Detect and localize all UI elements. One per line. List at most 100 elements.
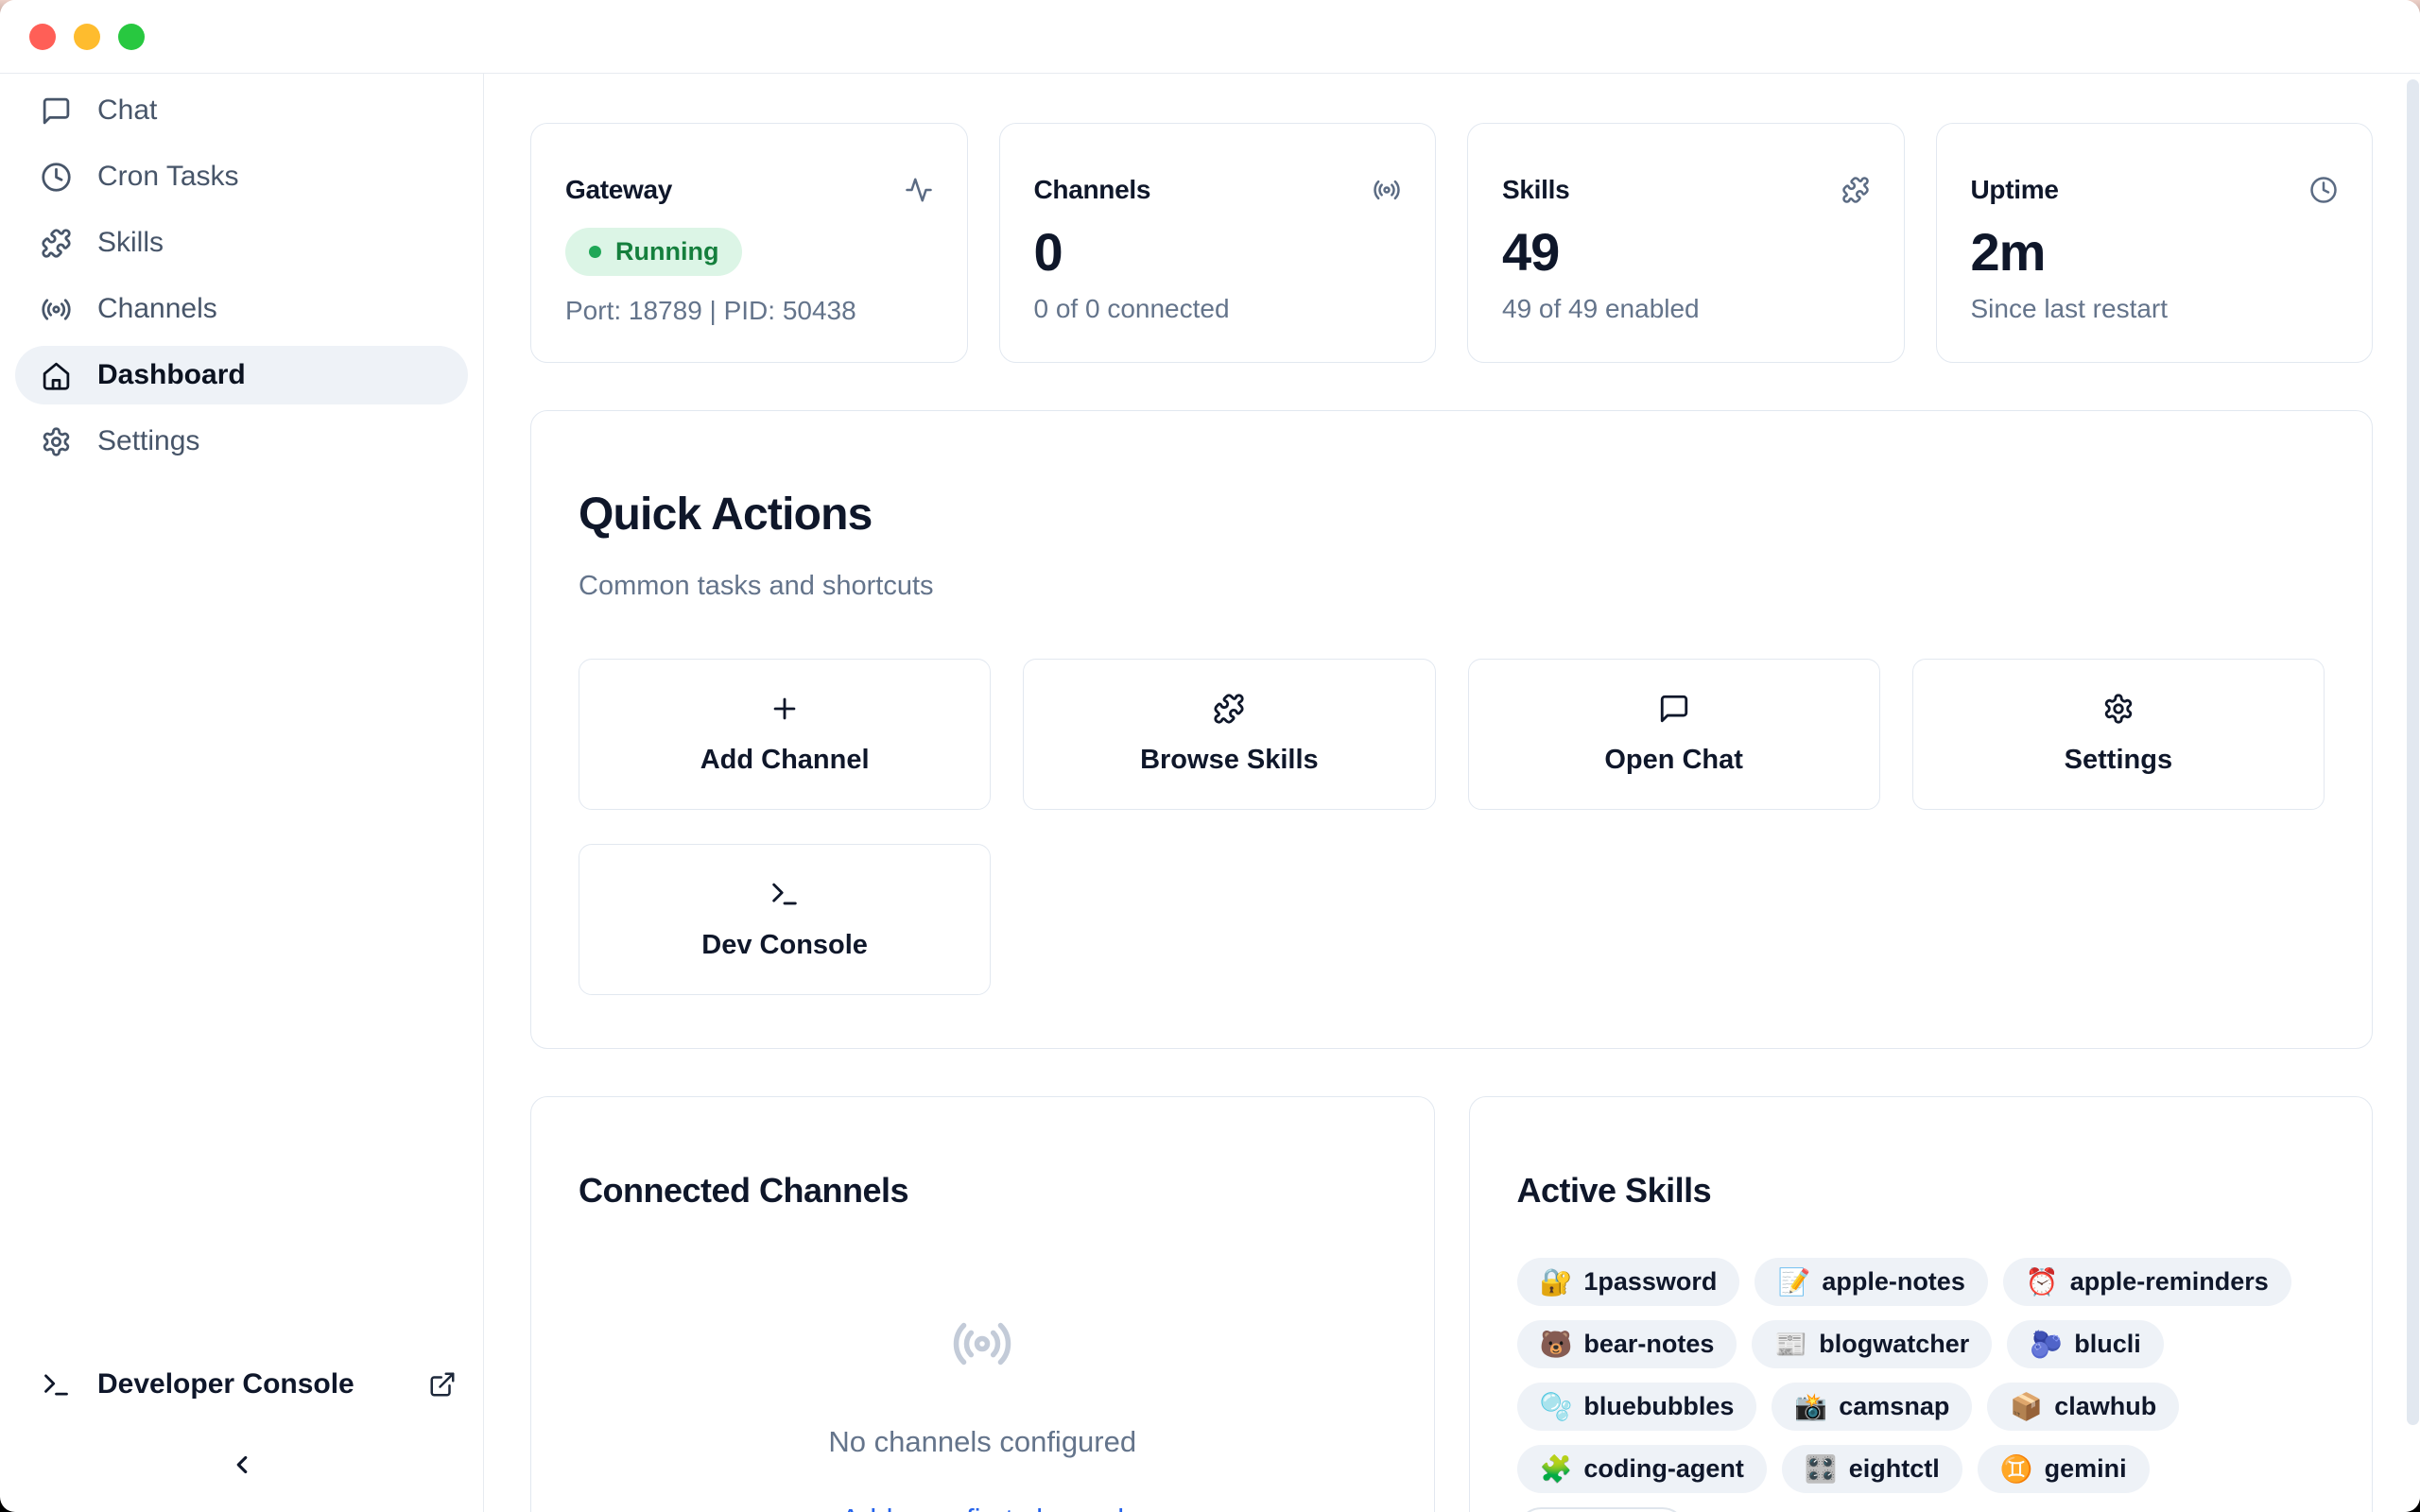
add-first-channel-link[interactable]: Add your first channel <box>579 1503 1387 1512</box>
sidebar-item-label: Settings <box>97 425 199 457</box>
skill-emoji-icon: 🎛️ <box>1805 1453 1838 1485</box>
browse-skills-button[interactable]: Browse Skills <box>1023 659 1435 810</box>
qa-button-label: Add Channel <box>700 745 870 776</box>
stat-title: Uptime <box>1971 175 2059 205</box>
skill-emoji-icon: ⏰ <box>2026 1266 2059 1297</box>
developer-console-label: Developer Console <box>97 1368 354 1400</box>
zoom-button[interactable] <box>118 24 145 50</box>
open-chat-button[interactable]: Open Chat <box>1468 659 1880 810</box>
skill-badge: 🐻 bear-notes <box>1517 1320 1737 1368</box>
stat-value: 0 <box>1034 226 1402 279</box>
channels-empty-state: No channels configured Add your first ch… <box>579 1313 1387 1512</box>
puzzle-icon <box>41 228 72 259</box>
chat-bubble-icon <box>1658 693 1690 725</box>
skill-name: gemini <box>2045 1454 2127 1484</box>
sidebar: Chat Cron Tasks Skills Channels Dashboar… <box>0 74 484 1512</box>
external-link-icon[interactable] <box>428 1370 457 1399</box>
sidebar-item-skills[interactable]: Skills <box>15 214 468 272</box>
skill-badge: ⏰apple-reminders <box>2003 1258 2291 1306</box>
quick-actions-title: Quick Actions <box>579 489 2325 541</box>
bottom-row: Connected Channels No channels configure… <box>530 1096 2373 1512</box>
stat-card-channels: Channels 0 0 of 0 connected <box>999 123 1437 363</box>
skill-name: bluebubbles <box>1583 1392 1734 1421</box>
radio-icon <box>1373 176 1401 204</box>
skill-name: camsnap <box>1839 1392 1949 1421</box>
gear-icon <box>2102 693 2135 725</box>
quick-actions-subtitle: Common tasks and shortcuts <box>579 571 2325 602</box>
minimize-button[interactable] <box>74 24 100 50</box>
skill-badges: 🔐1password 📝 apple-notes ⏰apple-reminders… <box>1517 1258 2325 1512</box>
radio-icon <box>41 294 72 325</box>
skill-name: coding-agent <box>1583 1454 1744 1484</box>
activity-icon <box>905 176 933 204</box>
clock-icon <box>41 162 72 193</box>
quick-actions-section: Quick Actions Common tasks and shortcuts… <box>530 410 2373 1049</box>
clock-icon <box>2309 176 2338 204</box>
skill-emoji-icon: 📝 <box>1777 1266 1810 1297</box>
skill-badge: 🧩 coding-agent <box>1517 1445 1767 1493</box>
sidebar-item-channels[interactable]: Channels <box>15 280 468 338</box>
skill-emoji-icon: 📦 <box>2010 1391 2043 1422</box>
chevron-left-icon <box>228 1451 256 1479</box>
stat-value: 2m <box>1971 226 2339 279</box>
skill-name: eightctl <box>1849 1454 1940 1484</box>
stat-detail: 49 of 49 enabled <box>1502 294 1870 324</box>
skill-badge: 🎛️ eightctl <box>1782 1445 1962 1493</box>
skill-name: blogwatcher <box>1819 1330 1969 1359</box>
status-dot-icon <box>589 246 601 258</box>
sidebar-collapse-button[interactable] <box>221 1444 263 1486</box>
skill-name: apple-notes <box>1822 1267 1965 1297</box>
qa-button-label: Open Chat <box>1604 745 1743 776</box>
more-skills-badge[interactable]: +37 more <box>1517 1507 1686 1512</box>
developer-console-link[interactable]: Developer Console <box>41 1368 457 1400</box>
qa-button-label: Settings <box>2065 745 2172 776</box>
active-skills-title: Active Skills <box>1517 1171 2325 1211</box>
skill-name: clawhub <box>2054 1392 2156 1421</box>
skill-emoji-icon: 🫐 <box>2030 1329 2063 1360</box>
titlebar <box>0 0 2420 74</box>
puzzle-icon <box>1213 693 1245 725</box>
sidebar-item-cron-tasks[interactable]: Cron Tasks <box>15 147 468 206</box>
sidebar-item-label: Skills <box>97 227 164 259</box>
settings-button[interactable]: Settings <box>1912 659 2325 810</box>
plus-icon <box>769 693 801 725</box>
sidebar-item-dashboard[interactable]: Dashboard <box>15 346 468 404</box>
sidebar-item-settings[interactable]: Settings <box>15 412 468 471</box>
qa-button-label: Dev Console <box>701 930 868 961</box>
stat-title: Gateway <box>565 175 672 205</box>
chat-bubble-icon <box>41 95 72 127</box>
terminal-icon <box>41 1369 72 1400</box>
skill-emoji-icon: 📸 <box>1794 1391 1827 1422</box>
skill-emoji-icon: 🐻 <box>1540 1329 1573 1360</box>
radio-icon <box>951 1313 1013 1375</box>
home-icon <box>41 360 72 391</box>
skill-name: blucli <box>2074 1330 2141 1359</box>
puzzle-icon <box>1841 176 1870 204</box>
empty-state-text: No channels configured <box>579 1425 1387 1459</box>
skill-badge: 🫧bluebubbles <box>1517 1383 1757 1431</box>
scrollbar-thumb[interactable] <box>2407 79 2419 1425</box>
stat-title: Skills <box>1502 175 1569 205</box>
skill-badge: ♊gemini <box>1978 1445 2150 1493</box>
stat-detail: Port: 18789 | PID: 50438 <box>565 296 933 326</box>
sidebar-item-chat[interactable]: Chat <box>15 81 468 140</box>
skill-emoji-icon: 🔐 <box>1540 1266 1573 1297</box>
skill-emoji-icon: 🧩 <box>1540 1453 1573 1485</box>
stat-title: Channels <box>1034 175 1151 205</box>
connected-channels-title: Connected Channels <box>579 1171 1387 1211</box>
skill-badge: 🫐 blucli <box>2007 1320 2163 1368</box>
stat-card-uptime: Uptime 2m Since last restart <box>1936 123 2374 363</box>
status-label: Running <box>615 237 718 266</box>
skill-badge: 🔐1password <box>1517 1258 1740 1306</box>
app-window: Chat Cron Tasks Skills Channels Dashboar… <box>0 0 2420 1512</box>
sidebar-item-label: Channels <box>97 293 217 325</box>
skill-badge: 📝 apple-notes <box>1754 1258 1987 1306</box>
main-content: Gateway Running Port: 18789 | PID: 50438… <box>484 74 2420 1512</box>
connected-channels-section: Connected Channels No channels configure… <box>530 1096 1435 1512</box>
dev-console-button[interactable]: Dev Console <box>579 844 991 995</box>
stat-card-gateway: Gateway Running Port: 18789 | PID: 50438 <box>530 123 968 363</box>
sidebar-item-label: Chat <box>97 94 157 127</box>
close-button[interactable] <box>29 24 56 50</box>
skill-name: bear-notes <box>1583 1330 1714 1359</box>
add-channel-button[interactable]: Add Channel <box>579 659 991 810</box>
